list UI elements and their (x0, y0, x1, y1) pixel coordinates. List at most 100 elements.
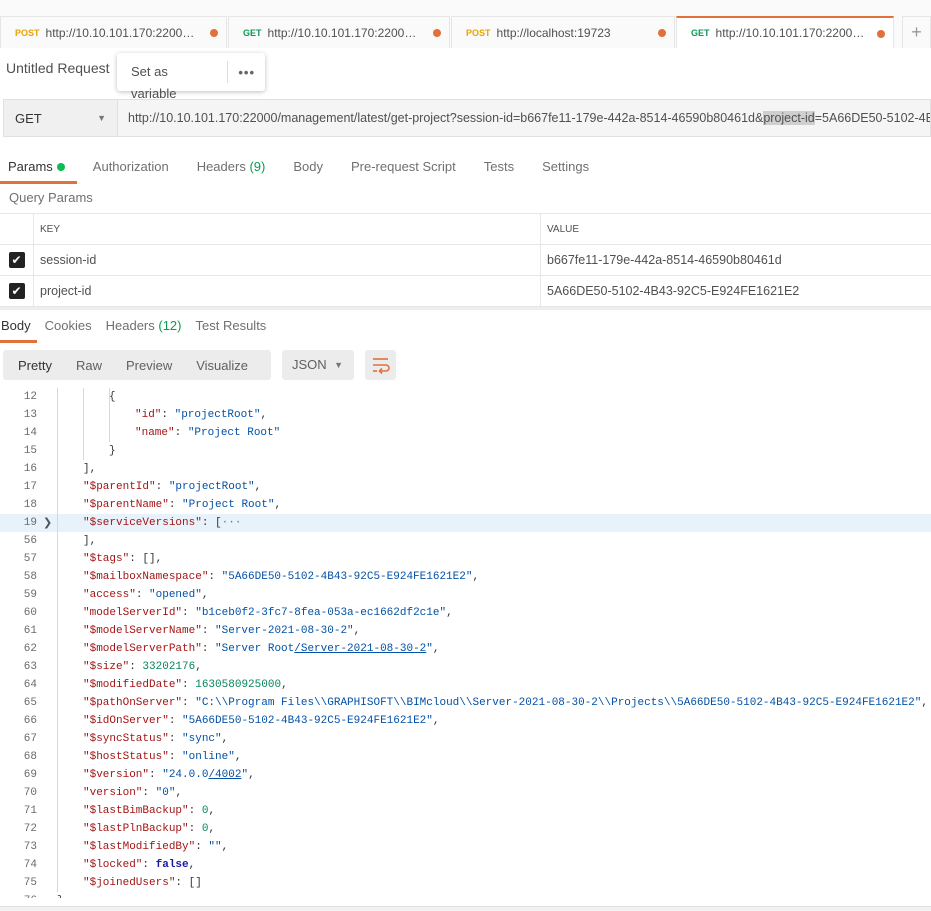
header-check-cell (0, 214, 34, 244)
code-token: "Server-2021-08-30-2" (215, 625, 354, 637)
code-text: "$modelServerName": "Server-2021-08-30-2… (83, 622, 360, 640)
response-tab-test-results[interactable]: Test Results (196, 316, 267, 343)
code-text: "$size": 33202176, (83, 658, 202, 676)
request-tab[interactable]: POST http://10.10.101.170:22000//... (0, 16, 227, 48)
response-tab-cookies[interactable]: Cookies (45, 316, 92, 343)
query-params-title: Query Params (9, 190, 93, 205)
code-token: "$lastPlnBackup" (83, 823, 189, 835)
tab-headers[interactable]: Headers (9) (197, 157, 266, 184)
tab-pre-request-script[interactable]: Pre-request Script (351, 157, 456, 184)
tab-label: Settings (542, 159, 590, 174)
code-token: "$modelServerPath" (83, 643, 202, 655)
code-token: "$lastBimBackup" (83, 805, 189, 817)
key-header: KEY (34, 214, 541, 244)
response-tab-count: (12) (158, 318, 182, 333)
code-token: , (260, 409, 268, 421)
code-token: "$pathOnServer" (83, 697, 183, 709)
view-mode-preview[interactable]: Preview (111, 358, 172, 373)
request-tab[interactable]: POST http://localhost:19723 (451, 16, 675, 48)
tab-authorization[interactable]: Authorization (93, 157, 169, 184)
format-select[interactable]: JSON ▼ (282, 350, 354, 380)
line-number: 59 (23, 589, 37, 601)
line-number: 64 (23, 679, 37, 691)
url-input[interactable]: http://10.10.101.170:22000/management/la… (118, 99, 931, 137)
request-name[interactable]: Untitled Request (6, 60, 110, 76)
code-line: 58 "$mailboxNamespace": "5A66DE50-5102-4B… (0, 568, 931, 586)
method-select[interactable]: GET ▼ (3, 99, 118, 137)
code-token: "$joinedUsers" (83, 877, 176, 889)
param-value[interactable]: 5A66DE50-5102-4B43-92C5-E924FE1621E2 (541, 284, 799, 298)
response-tab-headers[interactable]: Headers (12) (106, 316, 182, 343)
code-line: 14 "name": "Project Root" (0, 424, 931, 442)
code-token: , (432, 643, 440, 655)
code-token: , (446, 607, 453, 619)
code-token: : (168, 751, 183, 763)
view-mode-visualize[interactable]: Visualize (181, 358, 248, 373)
code-text: ], (83, 532, 96, 550)
checkbox[interactable]: ✔ (8, 252, 25, 268)
code-token: } (57, 895, 64, 898)
method-value: GET (15, 110, 42, 126)
tab-body[interactable]: Body (293, 157, 323, 184)
response-tab-body[interactable]: Body (0, 316, 37, 343)
code-token: , (234, 751, 242, 763)
checkbox[interactable]: ✔ (8, 283, 25, 299)
code-token: } (109, 445, 116, 457)
code-token: : (168, 715, 183, 727)
new-tab-button[interactable]: + (902, 16, 931, 48)
selection-popup: Set as variable ••• (117, 53, 265, 101)
tab-settings[interactable]: Settings (542, 157, 589, 184)
code-token: : (135, 589, 150, 601)
tab-tests[interactable]: Tests (484, 157, 514, 184)
code-token: : (208, 571, 222, 583)
param-key[interactable]: session-id (34, 245, 541, 275)
active-params-dot-icon (56, 163, 65, 171)
view-mode-raw[interactable]: Raw (61, 358, 102, 373)
code-token: "5A66DE50-5102-4B43-92C5-E924FE1621E2" (221, 571, 473, 583)
code-token: "version" (83, 787, 143, 799)
url-selected-text: project-id (763, 111, 815, 125)
code-token: : (142, 859, 156, 871)
more-options-icon[interactable]: ••• (228, 65, 265, 80)
code-token: "$locked" (83, 859, 143, 871)
response-tab-label: Body (1, 318, 31, 333)
indent-guide (83, 388, 84, 460)
code-token: , (188, 859, 196, 871)
code-token: "Project Root" (187, 427, 281, 439)
param-value[interactable]: b667fe11-179e-442a-8514-46590b80461d (541, 253, 782, 267)
wrap-lines-button[interactable] (365, 350, 396, 380)
unsaved-dot-icon (433, 29, 441, 37)
view-mode-toggle: Pretty Raw Preview Visualize (3, 350, 271, 380)
code-text: "$locked": false, (83, 856, 195, 874)
code-token: : (182, 697, 196, 709)
unsaved-dot-icon (658, 29, 666, 37)
status-bar (0, 906, 931, 911)
chevron-right-icon[interactable]: ❯ (43, 514, 52, 532)
line-number: 75 (23, 877, 37, 889)
line-number: 68 (23, 751, 37, 763)
code-text: "$syncStatus": "sync", (83, 730, 228, 748)
chevron-down-icon: ▼ (334, 360, 343, 370)
code-token: : (201, 625, 216, 637)
code-token: : (188, 805, 202, 817)
line-number: 19 (23, 517, 37, 529)
method-badge: POST (15, 27, 40, 38)
view-mode-pretty[interactable]: Pretty (3, 358, 52, 373)
code-token: ··· (221, 517, 242, 529)
code-token: : (168, 499, 183, 511)
code-token: "projectRoot" (174, 409, 261, 421)
code-text: "$serviceVersions": [··· (83, 514, 241, 532)
indent-guide (57, 388, 58, 892)
param-key[interactable]: project-id (34, 276, 541, 306)
tab-params[interactable]: Params (0, 157, 77, 184)
value-header: VALUE (547, 223, 580, 235)
code-line: 70 "version": "0", (0, 784, 931, 802)
code-token: "$hostStatus" (83, 751, 169, 763)
line-number: 17 (23, 481, 37, 493)
response-body-editor[interactable]: 12{13 "id": "projectRoot", 14 "name": "Proj… (0, 388, 931, 898)
request-tab[interactable]: GET http://10.10.101.170:22000/ma... (676, 16, 894, 48)
code-token: "id" (135, 409, 162, 421)
code-line: 69 "$version": "24.0.0/4002", (0, 766, 931, 784)
request-tab[interactable]: GET http://10.10.101.170:22000/ma... (228, 16, 450, 48)
set-as-variable-button[interactable]: Set as variable (117, 61, 229, 101)
